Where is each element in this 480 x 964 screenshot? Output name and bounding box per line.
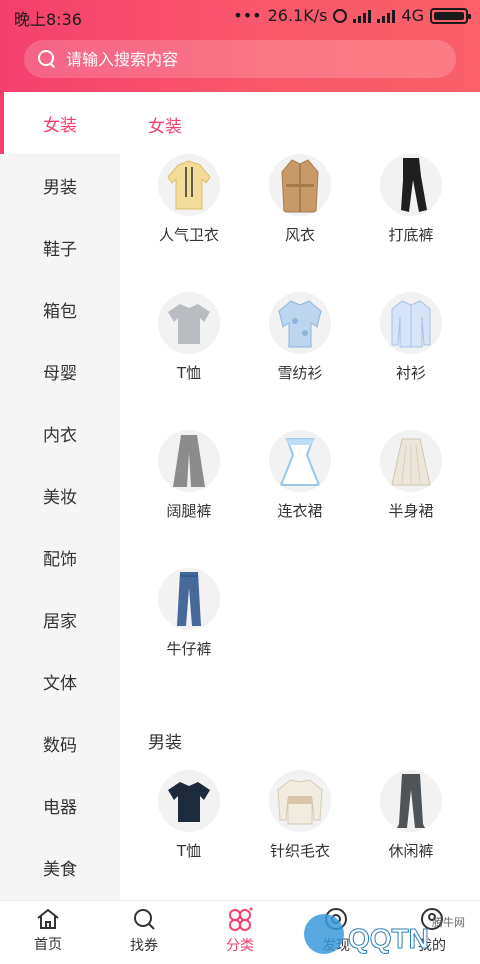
header: 晚上8:36 ••• 26.1K/s 4G	[0, 0, 480, 92]
network-speed: 26.1K/s	[267, 6, 328, 25]
sweater-icon	[269, 770, 331, 832]
sidebar-item-men[interactable]: 男装	[0, 154, 120, 216]
category-item[interactable]: 人气卫衣	[134, 154, 244, 245]
tshirt-icon	[158, 770, 220, 832]
chiffon-shirt-icon	[269, 292, 331, 354]
discover-icon	[325, 907, 347, 930]
shirt-icon	[380, 292, 442, 354]
tshirt-icon	[158, 292, 220, 354]
sidebar-item-shoes[interactable]: 鞋子	[0, 216, 120, 278]
category-item[interactable]: 阔腿裤	[134, 430, 244, 521]
category-item[interactable]: 雪纺衫	[245, 292, 355, 383]
jeans-icon	[158, 568, 220, 630]
sidebar-item-appliances[interactable]: 电器	[0, 774, 120, 836]
tab-coupons[interactable]: 找券	[96, 901, 192, 960]
profile-icon	[421, 907, 443, 930]
search-bar[interactable]	[24, 40, 456, 78]
category-content: 女装 人气卫衣 风衣 打底裤 T恤 雪纺衫 衬衫 阔腿裤 连衣裙 半身裙 牛仔裤…	[120, 92, 480, 900]
alarm-icon	[333, 8, 348, 23]
category-item[interactable]: 打底裤	[356, 154, 466, 245]
status-bar: 晚上8:36 ••• 26.1K/s 4G	[0, 0, 480, 32]
more-dots-icon: •••	[233, 6, 262, 25]
category-item[interactable]: 半身裙	[356, 430, 466, 521]
category-item[interactable]: 风衣	[245, 154, 355, 245]
tab-discover[interactable]: 发现	[288, 901, 384, 960]
category-item[interactable]: T恤	[134, 770, 244, 861]
category-item[interactable]: 针织毛衣	[245, 770, 355, 861]
sidebar-item-home[interactable]: 居家	[0, 588, 120, 650]
category-item[interactable]: 休闲裤	[356, 770, 466, 861]
wide-leg-pants-icon	[158, 430, 220, 492]
search-icon	[38, 50, 56, 68]
bottom-tab-bar: 首页 找券 分类 发现 我的	[0, 900, 480, 960]
sidebar-item-baby[interactable]: 母婴	[0, 340, 120, 402]
category-item[interactable]: 衬衫	[356, 292, 466, 383]
status-right: ••• 26.1K/s 4G	[233, 6, 471, 25]
section-title-men: 男装	[148, 733, 182, 753]
signal-icon-2	[377, 9, 396, 23]
battery-icon	[430, 7, 471, 24]
tab-home[interactable]: 首页	[0, 901, 96, 960]
leggings-icon	[380, 154, 442, 216]
tab-profile[interactable]: 我的	[384, 901, 480, 960]
dress-icon	[269, 430, 331, 492]
search-icon	[134, 908, 155, 930]
sidebar-item-digital[interactable]: 数码	[0, 712, 120, 774]
category-item[interactable]: 连衣裙	[245, 430, 355, 521]
category-sidebar: 女装 男装 鞋子 箱包 母婴 内衣 美妆 配饰 居家 文体 数码 电器 美食	[0, 92, 120, 900]
sidebar-item-food[interactable]: 美食	[0, 836, 120, 898]
casual-pants-icon	[380, 770, 442, 832]
tab-category[interactable]: 分类	[192, 901, 288, 960]
category-item[interactable]: 牛仔裤	[134, 568, 244, 659]
home-icon	[37, 908, 59, 929]
sidebar-item-bags[interactable]: 箱包	[0, 278, 120, 340]
category-icon	[229, 907, 253, 931]
network-type: 4G	[401, 6, 424, 25]
status-time: 晚上8:36	[14, 10, 82, 29]
category-item[interactable]: T恤	[134, 292, 244, 383]
skirt-icon	[380, 430, 442, 492]
section-title-women: 女装	[148, 117, 182, 137]
sidebar-item-stationery[interactable]: 文体	[0, 650, 120, 712]
trench-coat-icon	[269, 154, 331, 216]
search-input[interactable]	[66, 49, 426, 69]
sidebar-item-underwear[interactable]: 内衣	[0, 402, 120, 464]
sidebar-item-women[interactable]: 女装	[0, 92, 120, 154]
sidebar-item-accessories[interactable]: 配饰	[0, 526, 120, 588]
sidebar-item-makeup[interactable]: 美妆	[0, 464, 120, 526]
hoodie-icon	[158, 154, 220, 216]
signal-icon	[353, 9, 372, 23]
